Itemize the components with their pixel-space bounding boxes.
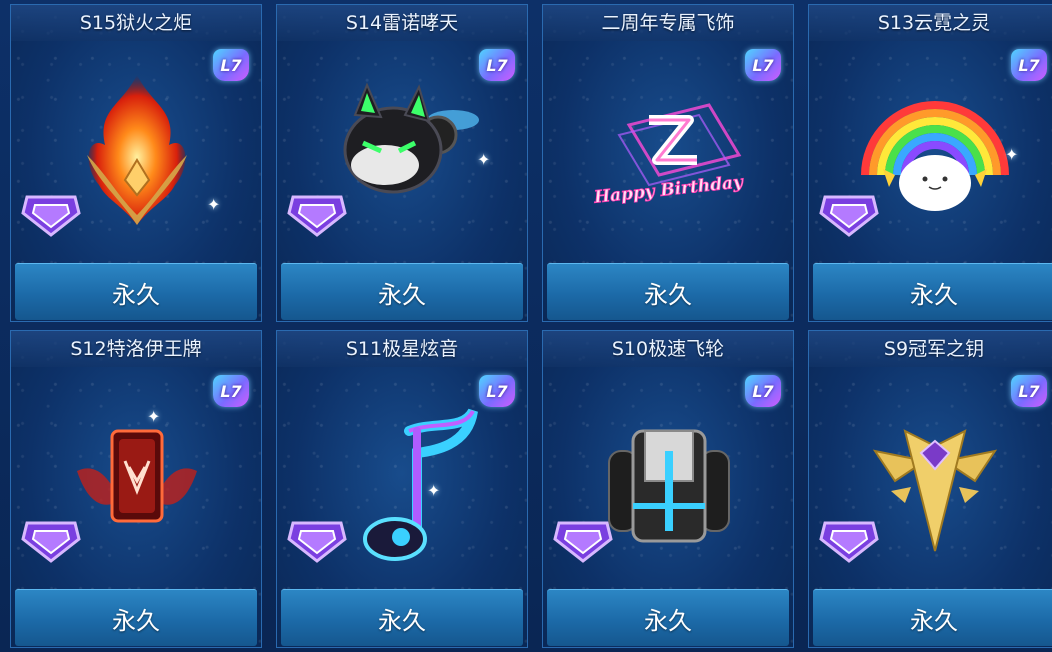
level-label: L7 — [486, 381, 508, 401]
level-badge: L7 — [745, 49, 781, 81]
item-grid: S15狱火之炬 L7 ✦ 永久 S14雷诺哮天 L7 ✦ 永久 二周年专属飞饰 … — [0, 0, 1052, 652]
card-title: S14雷诺哮天 — [277, 5, 527, 41]
item-card[interactable]: S14雷诺哮天 L7 ✦ 永久 — [276, 4, 528, 322]
sparkle-icon: ✦ — [1005, 145, 1019, 164]
level-label: L7 — [752, 381, 774, 401]
rank-badge-icon — [819, 195, 879, 237]
duration-button[interactable]: 永久 — [15, 263, 257, 320]
rank-badge-icon — [21, 195, 81, 237]
card-title: S12特洛伊王牌 — [11, 331, 261, 367]
duration-button[interactable]: 永久 — [547, 263, 789, 320]
sparkle-icon: ✦ — [147, 407, 161, 426]
level-badge: L7 — [1011, 49, 1047, 81]
level-badge: L7 — [1011, 375, 1047, 407]
card-title: S10极速飞轮 — [543, 331, 793, 367]
level-label: L7 — [1018, 55, 1040, 75]
rank-badge-icon — [553, 521, 613, 563]
level-badge: L7 — [479, 375, 515, 407]
duration-button[interactable]: 永久 — [547, 589, 789, 646]
rank-badge-icon — [287, 195, 347, 237]
level-badge: L7 — [213, 49, 249, 81]
level-badge: L7 — [479, 49, 515, 81]
sparkle-icon: ✦ — [477, 150, 491, 169]
item-card[interactable]: S12特洛伊王牌 L7 ✦ 永久 — [10, 330, 262, 648]
rank-badge-icon — [287, 521, 347, 563]
sparkle-icon: ✦ — [427, 481, 441, 500]
item-card[interactable]: S13云霓之灵 L7 ✦ 永久 — [808, 4, 1052, 322]
duration-button[interactable]: 永久 — [15, 589, 257, 646]
card-title: S11极星炫音 — [277, 331, 527, 367]
level-label: L7 — [486, 55, 508, 75]
level-label: L7 — [1018, 381, 1040, 401]
rank-badge-icon — [21, 521, 81, 563]
rank-badge-icon — [819, 521, 879, 563]
duration-button[interactable]: 永久 — [813, 589, 1052, 646]
card-title: 二周年专属飞饰 — [543, 5, 793, 41]
item-card[interactable]: S15狱火之炬 L7 ✦ 永久 — [10, 4, 262, 322]
level-badge: L7 — [213, 375, 249, 407]
birthday-text: Happy Birthday — [592, 172, 745, 208]
level-badge: L7 — [745, 375, 781, 407]
card-title: S9冠军之钥 — [809, 331, 1052, 367]
duration-button[interactable]: 永久 — [281, 263, 523, 320]
sparkle-icon: ✦ — [207, 195, 221, 214]
level-label: L7 — [220, 381, 242, 401]
duration-button[interactable]: 永久 — [281, 589, 523, 646]
item-card[interactable]: 二周年专属飞饰 L7 Happy Birthday 永久 — [542, 4, 794, 322]
item-card[interactable]: S10极速飞轮 L7 永久 — [542, 330, 794, 648]
card-title: S13云霓之灵 — [809, 5, 1052, 41]
item-card[interactable]: S9冠军之钥 L7 永久 — [808, 330, 1052, 648]
level-label: L7 — [220, 55, 242, 75]
item-card[interactable]: S11极星炫音 L7 ✦ 永久 — [276, 330, 528, 648]
card-title: S15狱火之炬 — [11, 5, 261, 41]
duration-button[interactable]: 永久 — [813, 263, 1052, 320]
birthday-logo-icon: Happy Birthday — [592, 103, 745, 208]
level-label: L7 — [752, 55, 774, 75]
